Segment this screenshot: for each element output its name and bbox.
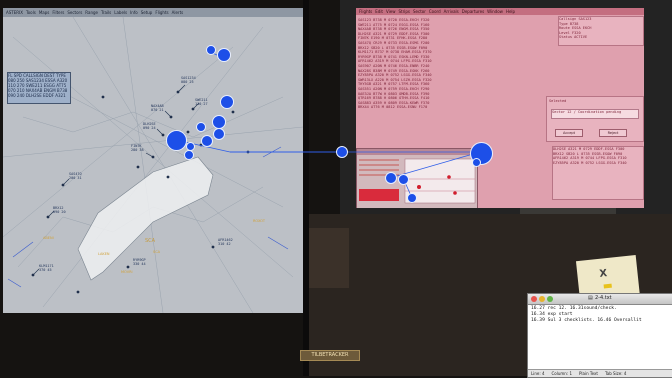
minimize-button[interactable] xyxy=(539,296,545,302)
gaze-fixation xyxy=(398,174,409,185)
gaze-fixation xyxy=(472,158,481,167)
editor-text-area[interactable]: 16.27 rec 12. 16.31sound/check. 16.34 ex… xyxy=(531,306,642,324)
gaze-fixation xyxy=(336,146,348,158)
gaze-fixation xyxy=(206,45,216,55)
gaze-fixation xyxy=(217,48,231,62)
editor-titlebar[interactable]: ▤ 2-4.txt xyxy=(528,294,672,305)
tab-size-select[interactable]: Tab Size: 4 xyxy=(605,371,626,376)
gaze-fixation xyxy=(407,193,417,203)
gaze-fixation xyxy=(166,130,187,151)
window-title: 2-4.txt xyxy=(595,295,612,301)
document-icon: ▤ xyxy=(588,295,593,301)
gaze-fixation xyxy=(196,122,206,132)
column-indicator: Column: 1 xyxy=(551,371,572,376)
line-indicator: Line: 4 xyxy=(531,371,545,376)
zoom-button[interactable] xyxy=(547,296,553,302)
gaze-fixation xyxy=(220,95,234,109)
gaze-fixation xyxy=(212,115,226,129)
gaze-fixation xyxy=(213,128,225,140)
gaze-fixation xyxy=(201,135,213,147)
gaze-fixation xyxy=(184,150,194,160)
close-button[interactable] xyxy=(531,296,537,302)
gaze-fixation xyxy=(385,172,397,184)
text-format-select[interactable]: Plain Text xyxy=(579,371,598,376)
text-editor-window[interactable]: ▤ 2-4.txt 16.27 rec 12. 16.31sound/check… xyxy=(527,293,672,378)
text-line[interactable]: 16.39 Sul 3 checklists. 16.46 Oversallit xyxy=(531,318,642,324)
